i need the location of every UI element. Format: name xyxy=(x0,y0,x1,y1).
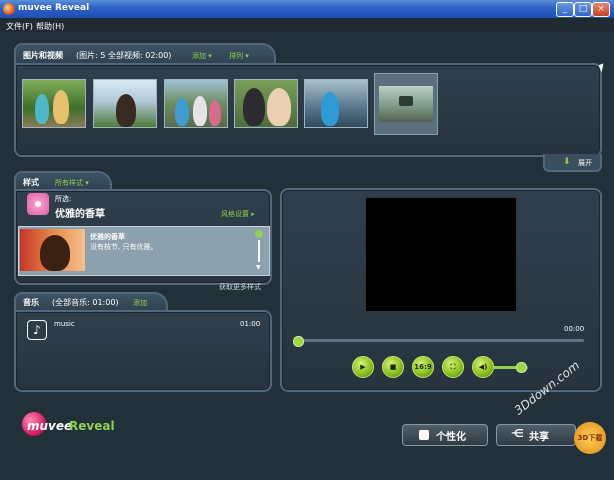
menu-help[interactable]: 帮助(H) xyxy=(36,21,64,32)
close-button[interactable]: × xyxy=(592,2,610,17)
media-thumbnail[interactable] xyxy=(234,79,298,128)
style-filter-label: 所有样式 xyxy=(55,179,83,187)
play-icon: ▶ xyxy=(360,363,366,371)
personalize-button[interactable]: 个性化 xyxy=(402,424,488,446)
expand-label: 展开 xyxy=(578,159,592,167)
logo-text-reveal: Reveal xyxy=(69,419,115,433)
player-time: 00:00 xyxy=(564,325,585,333)
menu-bar xyxy=(0,18,614,32)
expand-arrow-icon: ⬇ xyxy=(563,157,571,167)
volume-handle[interactable] xyxy=(515,362,527,373)
title-bar xyxy=(0,0,614,18)
media-sort-link[interactable]: 排列 ▾ xyxy=(229,51,249,61)
fullscreen-icon: ⛶ xyxy=(450,363,456,371)
logo-text-muvee: muvee xyxy=(27,419,73,433)
media-add-link[interactable]: 添加 ▾ xyxy=(192,51,212,61)
app-icon xyxy=(3,3,15,15)
window-title: muvee Reveal xyxy=(18,3,90,13)
preview-screen xyxy=(365,197,517,312)
seek-handle[interactable] xyxy=(293,336,304,347)
style-filter-dropdown[interactable]: 所有样式 ▾ xyxy=(55,178,89,188)
music-add-link[interactable]: 添加 xyxy=(133,298,147,308)
media-thumbnail[interactable] xyxy=(22,79,86,128)
stop-button[interactable]: ■ xyxy=(382,356,404,378)
media-summary: (图片: 5 全部视频: 02:00) xyxy=(76,51,172,60)
style-item-title: 优雅的香草 xyxy=(90,233,125,241)
stop-icon: ■ xyxy=(389,363,397,371)
expand-tab[interactable] xyxy=(543,154,602,172)
media-thumbnail[interactable] xyxy=(164,79,228,128)
seek-bar[interactable] xyxy=(298,339,584,342)
style-scrollbar[interactable]: ▼ xyxy=(255,230,263,272)
style-settings-link[interactable]: 风格设置 ▸ xyxy=(221,209,255,219)
video-thumbnail[interactable] xyxy=(374,73,438,135)
scroll-down-icon[interactable]: ▼ xyxy=(256,264,261,271)
style-flower-icon xyxy=(27,193,49,215)
more-styles-link[interactable]: 获取更多样式 xyxy=(219,282,261,292)
menu-file[interactable]: 文件(F) xyxy=(6,21,33,32)
selected-style-prefix: 所选: xyxy=(55,195,72,203)
minimize-button[interactable]: _ xyxy=(556,2,574,17)
media-sort-label: 排列 xyxy=(229,52,243,60)
music-header: 音乐 xyxy=(23,298,39,307)
maximize-button[interactable]: □ xyxy=(574,2,592,17)
aspect-ratio-button[interactable]: 16:9 xyxy=(412,356,434,378)
music-track-time: 01:00 xyxy=(240,320,261,328)
media-thumbnail[interactable] xyxy=(93,79,157,128)
style-header: 样式 xyxy=(23,178,39,187)
media-add-label: 添加 xyxy=(192,52,206,60)
music-panel xyxy=(14,310,272,392)
music-note-icon: ♪ xyxy=(27,320,47,340)
music-summary: (全部音乐: 01:00) xyxy=(52,298,119,307)
share-icon: ⋲ xyxy=(511,427,524,440)
media-thumbnail[interactable] xyxy=(304,79,368,128)
watermark-badge: 3D下载 xyxy=(574,422,606,454)
play-button[interactable]: ▶ xyxy=(352,356,374,378)
personalize-label: 个性化 xyxy=(436,432,466,443)
selected-style-name: 优雅的香草 xyxy=(55,209,105,220)
volume-button[interactable]: ◀) xyxy=(472,356,494,378)
speaker-icon: ◀) xyxy=(478,363,488,371)
fullscreen-button[interactable]: ⛶ xyxy=(442,356,464,378)
style-preview-image xyxy=(20,229,85,271)
style-item-description: 没有枝节, 只有优雅。 xyxy=(90,243,158,251)
media-header: 图片和视频 xyxy=(23,51,63,60)
personalize-icon xyxy=(419,430,429,440)
style-settings-label: 风格设置 xyxy=(221,210,249,218)
music-track-name: music xyxy=(54,320,75,328)
